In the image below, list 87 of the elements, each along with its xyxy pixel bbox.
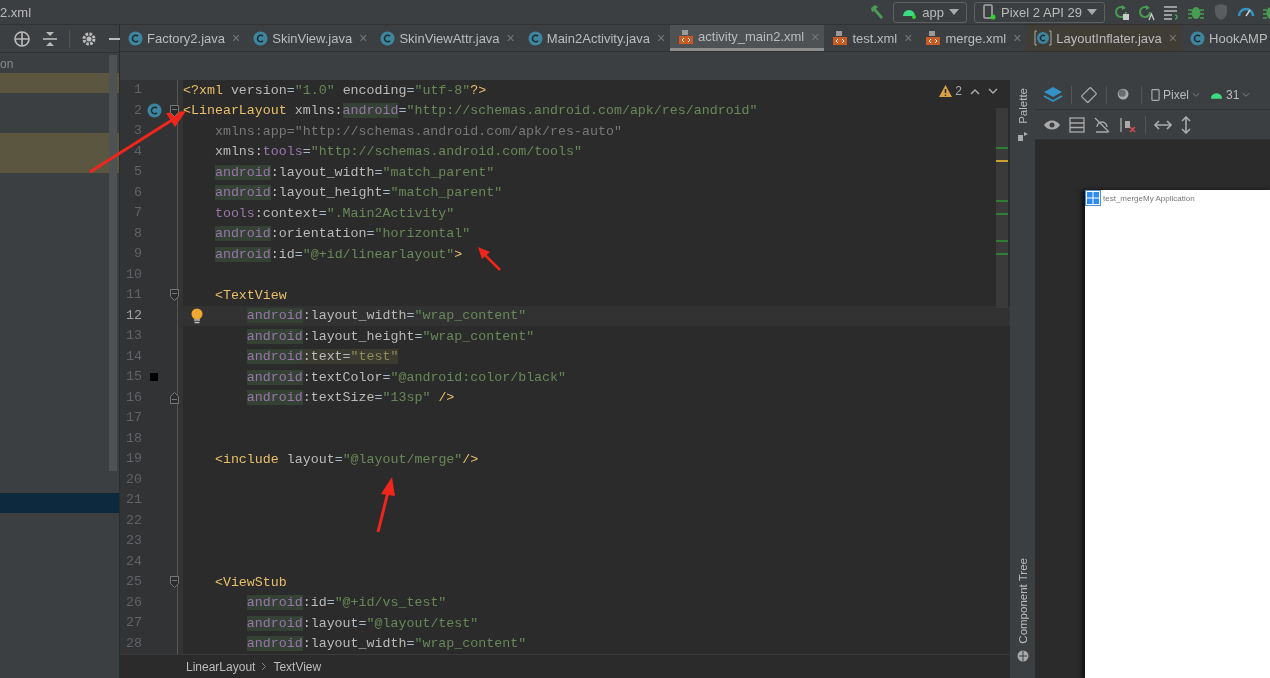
tree-item-text: on [0, 56, 14, 73]
class-icon [1034, 30, 1053, 46]
file-title: 2.xml [0, 4, 32, 20]
rerun-icon[interactable] [1112, 3, 1130, 21]
vertical-resize-icon[interactable] [1180, 115, 1192, 134]
fold-icon[interactable] [170, 289, 179, 302]
globe-icon[interactable] [1016, 650, 1029, 662]
api-dropdown[interactable]: 31 [1209, 87, 1252, 102]
editor-tab[interactable]: LayoutInflater.java × [1026, 25, 1183, 51]
palette-icon[interactable] [1016, 129, 1029, 142]
code-line: <LinearLayout xmlns:android="http://schemas.android.com/apk/res/android" [183, 103, 758, 119]
code-line: android:layout_width="wrap_content" [245, 308, 527, 324]
code-line: android:orientation="horizontal" [213, 226, 471, 242]
clear-constraints-icon[interactable] [1119, 116, 1137, 133]
fold-icon[interactable] [170, 104, 179, 117]
editor-tab[interactable]: test.xml × [824, 25, 918, 51]
phone-icon [1151, 87, 1160, 102]
warning-icon[interactable] [939, 85, 953, 97]
class-icon [527, 30, 543, 46]
scrollbar[interactable] [109, 55, 117, 471]
chevron-icon [261, 662, 268, 671]
fold-icon[interactable] [170, 576, 179, 589]
caret-icon [949, 9, 960, 15]
editor-tab[interactable]: Main2Activity.java × [519, 25, 671, 51]
code-line: android:layout_height="match_parent" [213, 185, 503, 201]
code-line: android:textColor="@android:color/black" [245, 369, 567, 385]
code-line: <?xml version="1.0" encoding="utf-8"?> [183, 82, 487, 98]
code-line: <ViewStub [213, 574, 287, 590]
line-number: 12 [125, 306, 142, 325]
layout-icon[interactable] [1069, 116, 1085, 133]
settings-icon[interactable] [81, 30, 97, 47]
code-line: android:layout_width="wrap_content" [245, 636, 527, 652]
code-line: android:textSize="13sp" /> [245, 390, 455, 406]
rotate-icon[interactable] [1080, 85, 1098, 104]
code-line: xmlns:app="http://schemas.android.com/apk/res-auto" [213, 123, 622, 139]
layout-file-icon [678, 28, 695, 45]
code-line: tools:context=".Main2Activity" [213, 205, 455, 221]
horizontal-resize-icon[interactable] [1154, 118, 1172, 131]
editor-tab[interactable]: merge.xml × [917, 25, 1027, 51]
chevron-icon [1242, 91, 1251, 98]
preview-text: test_mergeMy Application [1103, 193, 1195, 203]
code-line: android:layout="@layout/test" [245, 615, 479, 631]
apply-changes-icon[interactable] [1137, 3, 1155, 21]
palette-tab[interactable]: Palette [1016, 88, 1029, 124]
code-line: android:layout_width="match_parent" [213, 164, 495, 180]
code-line: <include layout="@layout/merge"/> [213, 451, 479, 467]
code-line: android:layout_height="wrap_content" [245, 328, 535, 344]
run-config-dropdown[interactable]: app [893, 1, 968, 23]
code-line: android:id="@+id/vs_test" [245, 595, 447, 611]
magnet-off-icon[interactable] [1093, 116, 1111, 133]
class-icon[interactable] [146, 103, 162, 119]
code-line: xmlns:tools="http://schemas.android.com/tools" [213, 144, 582, 160]
breadcrumb-item[interactable]: LinearLayout [186, 659, 256, 674]
caret-icon [1087, 9, 1097, 15]
collapse-icon[interactable] [42, 30, 58, 47]
layers-icon[interactable] [1043, 85, 1063, 104]
class-icon [380, 30, 396, 46]
code-line: android:id="@+id/linearlayout"> [213, 246, 463, 262]
phone-icon [982, 4, 997, 20]
device-dropdown[interactable]: Pixel 2 API 29 [974, 1, 1105, 23]
layout-file-icon [832, 30, 849, 46]
locate-icon[interactable] [13, 29, 31, 48]
layout-file-icon [925, 30, 942, 46]
editor-tab[interactable]: activity_main2.xml × [670, 25, 825, 51]
editor-tab[interactable]: SkinViewAttr.java × [372, 25, 520, 51]
fold-icon[interactable] [170, 391, 179, 404]
arrow [478, 247, 501, 271]
code-line: <TextView [213, 287, 287, 303]
list-icon[interactable] [1162, 3, 1180, 21]
editor-tab[interactable]: Factory2.java × [120, 25, 246, 51]
editor-tab[interactable]: SkinView.java × [245, 25, 373, 51]
class-icon [1190, 30, 1206, 46]
component-tree-tab[interactable]: Component Tree [1016, 558, 1029, 644]
warning-count[interactable]: 2 [955, 84, 962, 98]
next-icon[interactable] [988, 87, 998, 95]
class-icon [253, 30, 269, 46]
previous-icon[interactable] [970, 87, 980, 95]
breadcrumb-item[interactable]: TextView [273, 659, 322, 674]
device-dropdown[interactable]: Pixel [1150, 87, 1201, 102]
editor-tab[interactable]: HookAMP [1182, 25, 1270, 51]
chevron-icon [1192, 91, 1200, 98]
selection-icon[interactable] [1085, 190, 1101, 206]
class-icon [128, 30, 143, 46]
color-swatch-icon[interactable] [150, 373, 158, 382]
arrow [376, 477, 395, 533]
code-line: android:text="test" [245, 349, 399, 365]
lightbulb-icon[interactable] [191, 307, 203, 324]
